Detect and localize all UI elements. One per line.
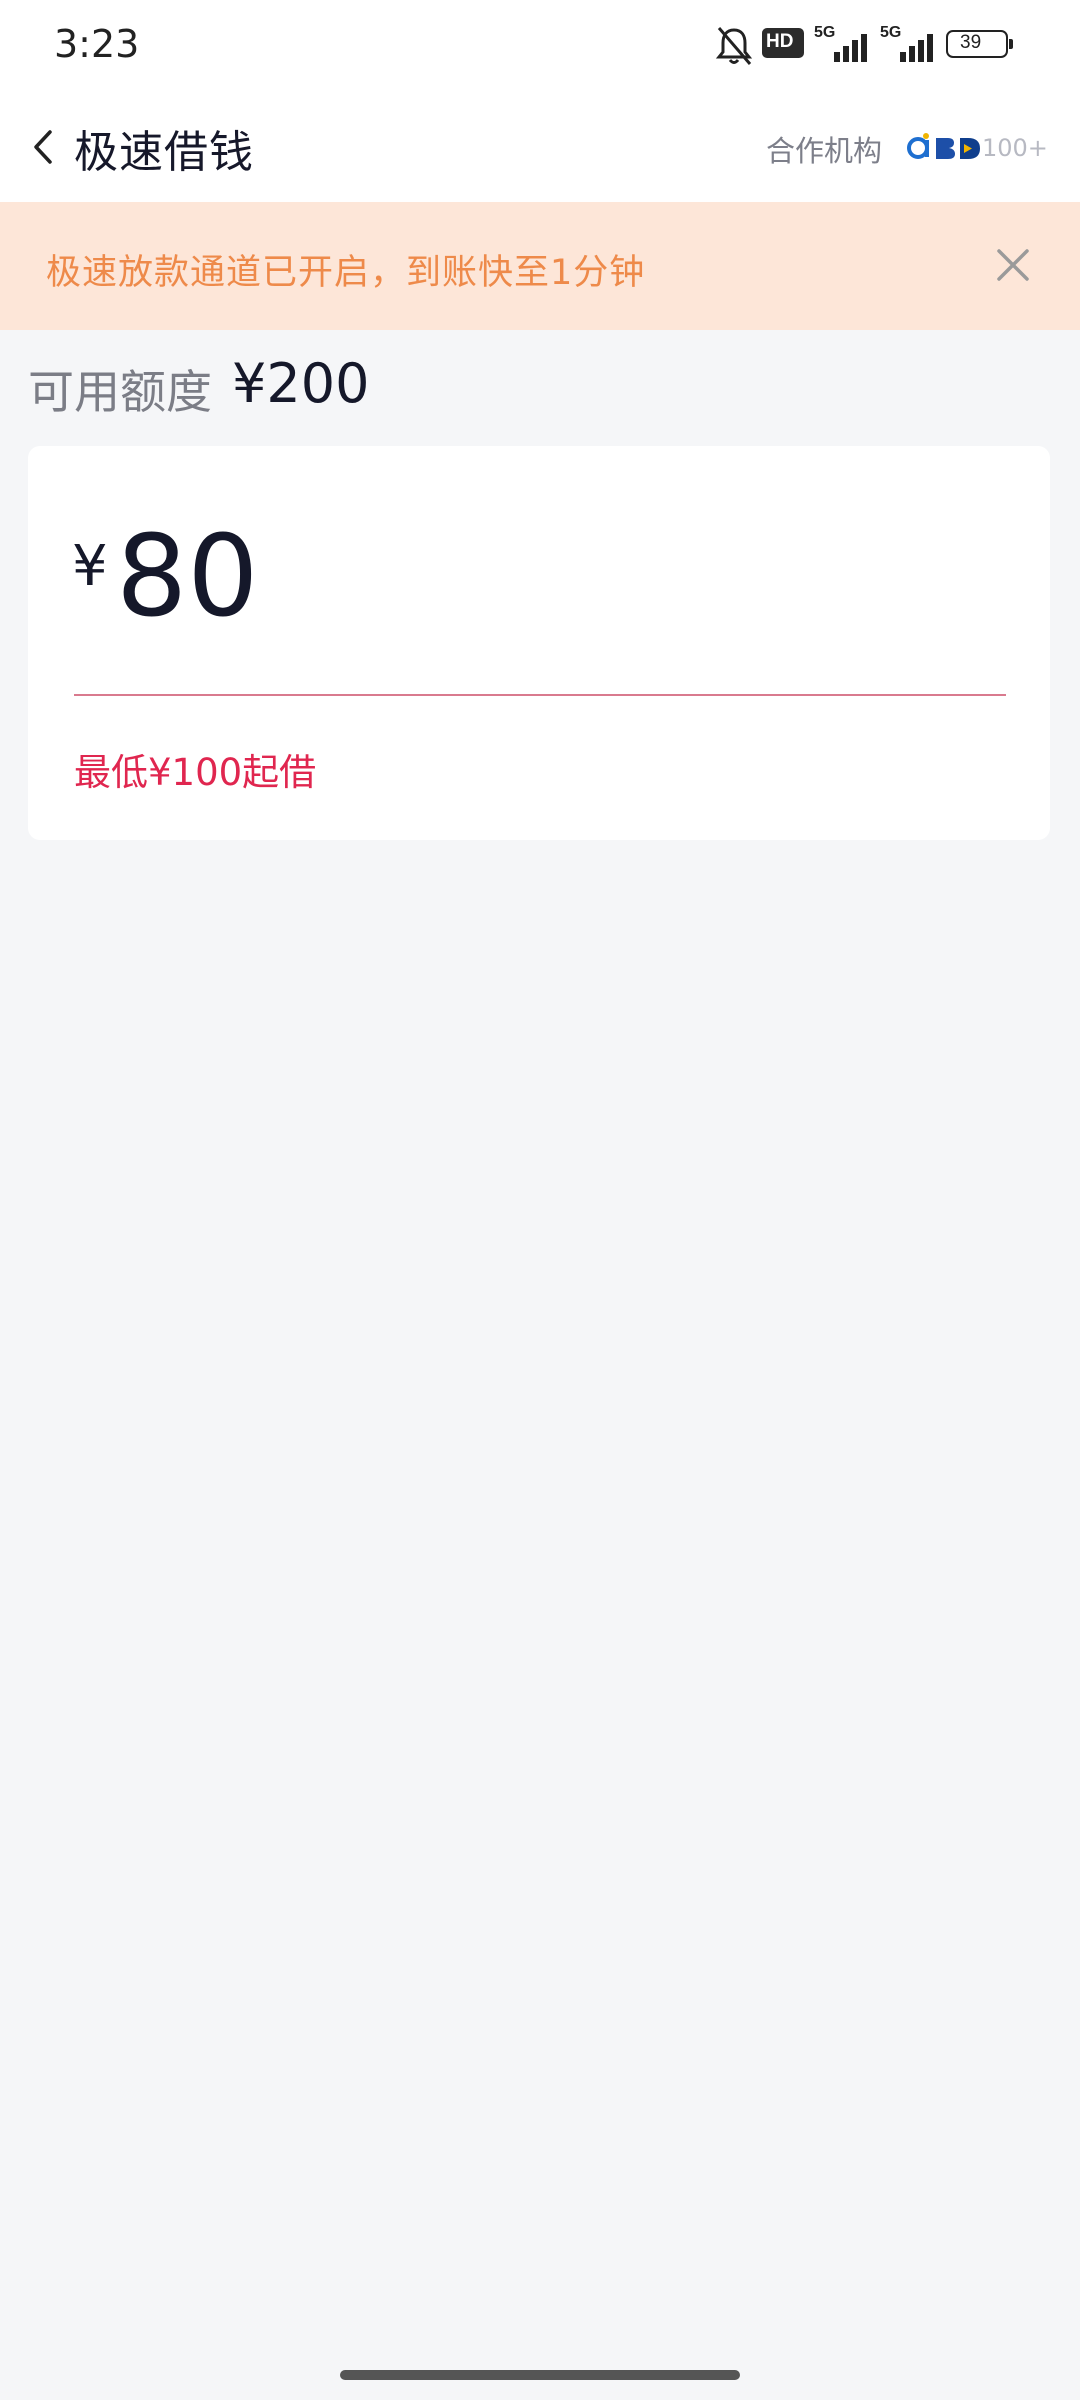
partner-label[interactable]: 合作机构 — [766, 128, 882, 170]
nav-bar: 极速借钱 合作机构 100+ — [0, 92, 1080, 202]
bell-muted-icon — [715, 27, 753, 65]
battery-level: 39 — [960, 32, 982, 53]
amount-underline — [74, 694, 1006, 696]
battery-icon: 39 — [946, 30, 1014, 58]
banner-text: 极速放款通道已开启，到账快至1分钟 — [46, 253, 646, 293]
signal-5g-icon: 5G — [814, 24, 874, 64]
close-icon[interactable] — [996, 248, 1030, 282]
speed-banner: 极速放款通道已开启，到账快至1分钟 — [0, 202, 1080, 330]
chevron-left-icon[interactable] — [26, 120, 62, 174]
amount-card: ¥ 最低¥100起借 — [28, 446, 1050, 840]
partner-logos[interactable] — [906, 130, 986, 166]
page-title: 极速借钱 — [74, 127, 254, 178]
status-bar: 3:23 HD 5G 5G 39 — [0, 0, 1080, 92]
credit-label: 可用额度 — [28, 365, 212, 419]
signal-5g-icon: 5G — [880, 24, 940, 64]
hd-label: HD — [766, 31, 794, 52]
currency-symbol: ¥ — [72, 534, 108, 599]
amount-input[interactable] — [116, 512, 716, 642]
status-time: 3:23 — [54, 22, 140, 66]
status-icons: HD 5G 5G 39 — [714, 24, 1034, 68]
partner-count: 100+ — [982, 134, 1048, 162]
home-indicator[interactable] — [340, 2370, 740, 2380]
page: 3:23 HD 5G 5G 39 极速借钱 合作机构 100+ 极速放款通道已开… — [0, 0, 1080, 2400]
minimum-amount-hint: 最低¥100起借 — [74, 751, 317, 794]
hd-icon: HD — [762, 28, 804, 58]
credit-value: ¥200 — [232, 352, 370, 415]
